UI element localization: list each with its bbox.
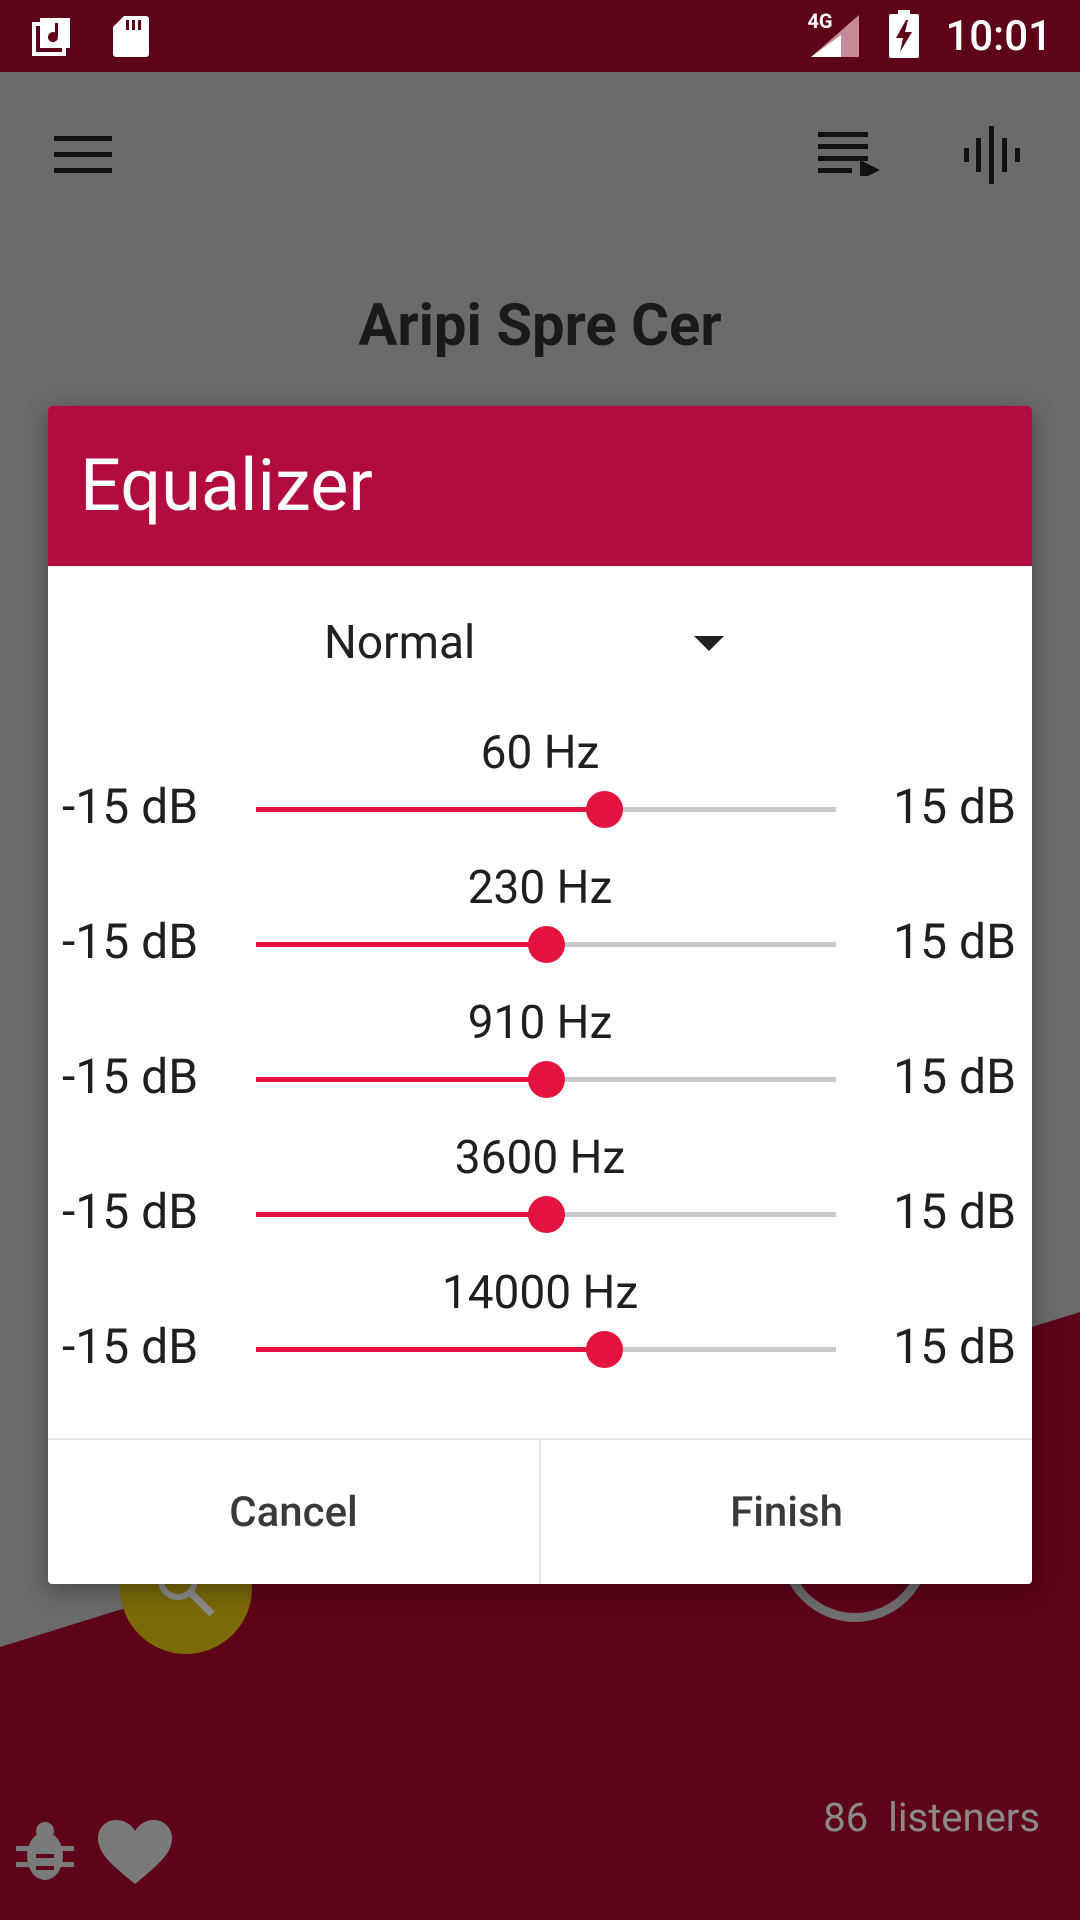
status-bar: 4G 10:01	[0, 0, 1080, 72]
eq-band-3600hz: 3600 Hz -15 dB 15 dB	[48, 1131, 1032, 1266]
listeners-count: 86 listeners	[823, 1794, 1040, 1841]
preset-dropdown-label[interactable]: Normal	[324, 616, 475, 670]
bug-icon[interactable]	[16, 1820, 74, 1886]
network-type-label: 4G	[807, 9, 833, 33]
sd-card-icon	[112, 14, 150, 62]
band-max-label: 15 dB	[893, 778, 1016, 835]
eq-band-230hz: 230 Hz -15 dB 15 dB	[48, 861, 1032, 996]
band-slider[interactable]	[256, 926, 836, 963]
band-max-label: 15 dB	[893, 913, 1016, 970]
band-frequency-label: 910 Hz	[467, 996, 613, 1050]
track-title: Aripi Spre Cer	[358, 292, 722, 360]
dropdown-arrow-icon[interactable]	[694, 636, 724, 651]
signal-icon: 4G	[807, 9, 863, 59]
band-frequency-label: 14000 Hz	[441, 1266, 639, 1320]
band-max-label: 15 dB	[893, 1183, 1016, 1240]
band-min-label: -15 dB	[62, 1048, 199, 1105]
band-frequency-label: 230 Hz	[467, 861, 613, 915]
audio-visualizer-icon[interactable]	[962, 126, 1022, 188]
slider-fill	[256, 1077, 546, 1082]
dialog-title: Equalizer	[48, 406, 1032, 566]
eq-band-60hz: 60 Hz -15 dB 15 dB	[48, 726, 1032, 861]
music-library-icon	[30, 14, 74, 62]
clock: 10:01	[945, 11, 1052, 61]
band-frequency-label: 3600 Hz	[454, 1131, 626, 1185]
eq-band-910hz: 910 Hz -15 dB 15 dB	[48, 996, 1032, 1131]
band-min-label: -15 dB	[62, 913, 199, 970]
eq-band-14000hz: 14000 Hz -15 dB 15 dB	[48, 1266, 1032, 1401]
finish-button[interactable]: Finish	[539, 1440, 1032, 1584]
slider-thumb[interactable]	[528, 1061, 565, 1098]
slider-fill	[256, 942, 546, 947]
band-max-label: 15 dB	[893, 1318, 1016, 1375]
band-frequency-label: 60 Hz	[480, 726, 600, 780]
band-min-label: -15 dB	[62, 1318, 199, 1375]
band-slider[interactable]	[256, 1061, 836, 1098]
band-slider[interactable]	[256, 1196, 836, 1233]
band-max-label: 15 dB	[893, 1048, 1016, 1105]
equalizer-dialog: Equalizer Normal 60 Hz -15 dB 15 dB 230 …	[48, 406, 1032, 1584]
slider-thumb[interactable]	[528, 1196, 565, 1233]
slider-thumb[interactable]	[528, 926, 565, 963]
band-slider[interactable]	[256, 791, 836, 828]
band-slider[interactable]	[256, 1331, 836, 1368]
dialog-actions: Cancel Finish	[48, 1438, 1032, 1584]
band-min-label: -15 dB	[62, 778, 199, 835]
slider-thumb[interactable]	[586, 791, 623, 828]
battery-charging-icon	[889, 10, 920, 62]
slider-thumb[interactable]	[586, 1331, 623, 1368]
menu-icon[interactable]	[54, 134, 112, 180]
slider-fill	[256, 1212, 546, 1217]
band-min-label: -15 dB	[62, 1183, 199, 1240]
queue-icon[interactable]	[818, 130, 880, 180]
heart-icon[interactable]	[98, 1820, 172, 1890]
cancel-button[interactable]: Cancel	[48, 1440, 539, 1584]
slider-fill	[256, 1347, 604, 1352]
slider-fill	[256, 807, 604, 812]
